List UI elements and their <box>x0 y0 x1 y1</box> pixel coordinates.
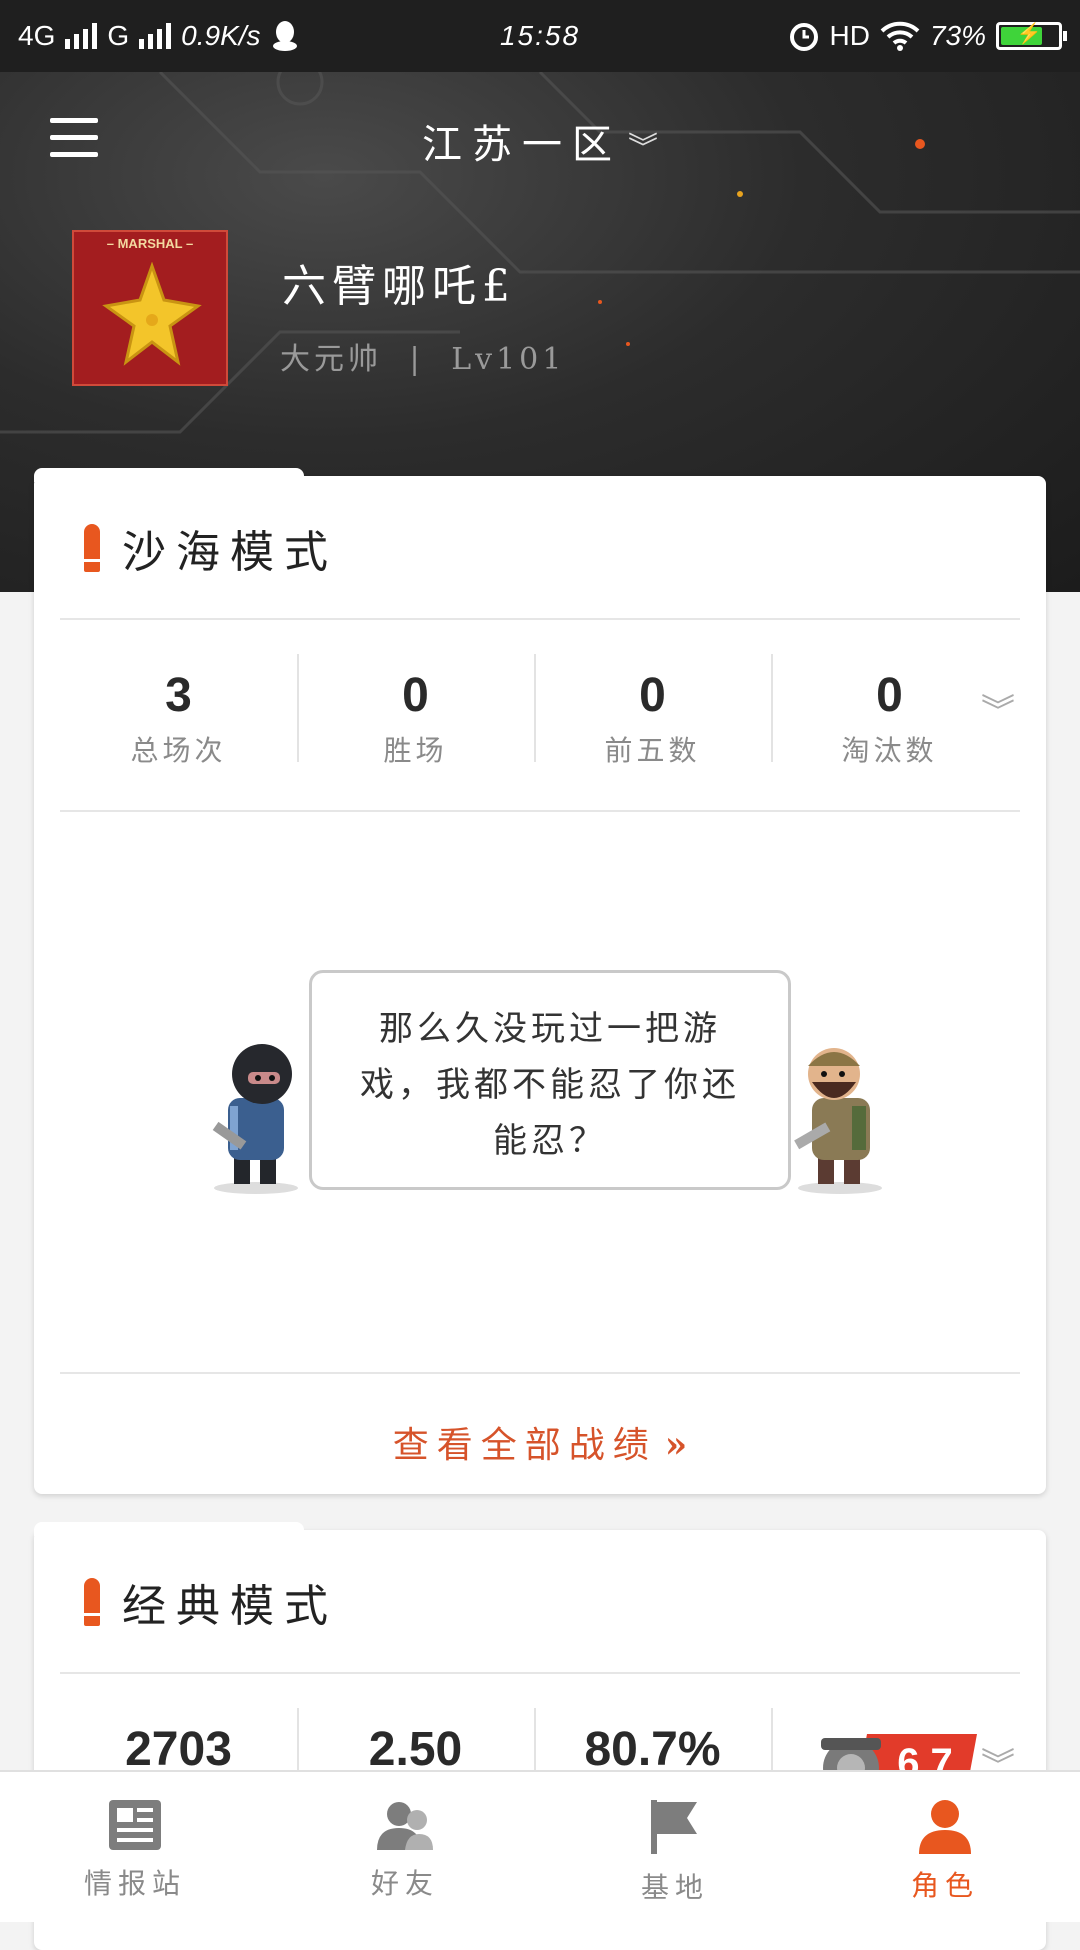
desert-mode-title: 沙海模式 <box>84 516 338 580</box>
stat-value: 2.50 <box>368 1723 463 1776</box>
friends-icon <box>377 1802 433 1850</box>
classic-mode-title: 经典模式 <box>84 1570 338 1634</box>
rank-badge: – MARSHAL – <box>72 230 228 386</box>
profile-icon <box>919 1800 971 1854</box>
nav-label: 基地 <box>640 1871 709 1904</box>
stat-value: 2703 <box>125 1723 232 1776</box>
rank-separator: | <box>409 342 424 377</box>
player-rank: 大元帅 <box>280 342 382 377</box>
player-name: 六臂哪吒£ <box>282 261 516 312</box>
bottom-navigation: 情报站 好友 基地 角色 <box>0 1770 1080 1922</box>
stat-value: 80.7% <box>584 1723 721 1776</box>
stat-label: 总场次 <box>130 734 227 767</box>
nav-item-base[interactable]: 基地 <box>540 1772 810 1922</box>
desert-stats: 3 总场次 0 胜场 0 前五数 0 淘汰数 <box>60 646 1020 786</box>
nav-label: 好友 <box>370 1867 439 1900</box>
stat-top-five: 0 前五数 <box>534 646 771 786</box>
hd-label: HD <box>829 20 870 51</box>
empty-state-message: 那么久没玩过一把游戏，我都不能忍了你还能忍？ <box>309 970 791 1190</box>
nav-label: 角色 <box>910 1869 979 1902</box>
player-rank-level: 大元帅 | Lv101 <box>280 334 565 378</box>
divider <box>60 1672 1020 1674</box>
card-tab <box>34 468 304 482</box>
view-all-text: 查看全部战绩 <box>392 1425 657 1466</box>
stat-value: 0 <box>876 669 903 722</box>
divider <box>60 618 1020 620</box>
desert-mode-title-text: 沙海模式 <box>122 527 338 578</box>
flag-icon <box>651 1800 697 1854</box>
nav-item-intel[interactable]: 情报站 <box>0 1772 270 1922</box>
status-right: HD 73% ⚡ <box>788 20 1067 52</box>
nav-item-character[interactable]: 角色 <box>810 1772 1080 1922</box>
alarm-icon <box>789 23 818 51</box>
star-icon <box>102 262 202 366</box>
status-bar: 4G G 0.9K/s 15:58 HD 73% ⚡ <box>0 0 1080 72</box>
view-all-records-link[interactable]: 查看全部战绩» <box>34 1416 1046 1468</box>
soldier-right-icon <box>794 1048 882 1194</box>
signal-icon-2 <box>139 23 172 49</box>
stat-value: 3 <box>165 669 192 722</box>
stat-label: 淘汰数 <box>841 734 938 767</box>
expand-stats-icon[interactable]: ︾ <box>978 692 1018 732</box>
bullet-icon <box>84 1578 100 1626</box>
stat-label: 前五数 <box>604 734 701 767</box>
nav-label: 情报站 <box>83 1867 186 1900</box>
status-left: 4G G 0.9K/s <box>18 20 299 52</box>
stat-total-matches: 3 总场次 <box>60 646 297 786</box>
network-label-4g: 4G <box>18 20 56 51</box>
battery-icon: ⚡ <box>996 22 1067 50</box>
network-label-g: G <box>107 20 130 51</box>
wifi-icon <box>880 21 920 51</box>
stat-value: 0 <box>402 669 429 722</box>
chevron-down-icon: ︾ <box>628 131 658 166</box>
soldier-left-icon <box>212 1044 298 1194</box>
bullet-icon <box>84 524 100 572</box>
stat-wins: 0 胜场 <box>297 646 534 786</box>
stat-eliminations: 0 淘汰数 <box>771 646 1008 786</box>
double-chevron-right-icon: » <box>664 1424 688 1466</box>
battery-percent: 73% <box>929 20 986 51</box>
nav-item-friends[interactable]: 好友 <box>270 1772 540 1922</box>
classic-mode-title-text: 经典模式 <box>122 1581 338 1632</box>
stat-value: 0 <box>639 669 666 722</box>
stat-label: 胜场 <box>383 734 448 767</box>
signal-icon <box>65 23 98 49</box>
player-level: Lv101 <box>451 342 566 377</box>
rank-badge-text: – MARSHAL – <box>106 236 194 251</box>
server-name: 江苏一区 <box>422 122 622 168</box>
divider <box>60 810 1020 812</box>
server-selector[interactable]: 江苏一区 ︾ <box>0 112 1080 170</box>
network-speed: 0.9K/s <box>181 20 261 51</box>
qq-icon <box>272 21 297 51</box>
card-tab <box>34 1522 304 1536</box>
divider <box>60 1372 1020 1374</box>
news-icon <box>109 1800 161 1850</box>
